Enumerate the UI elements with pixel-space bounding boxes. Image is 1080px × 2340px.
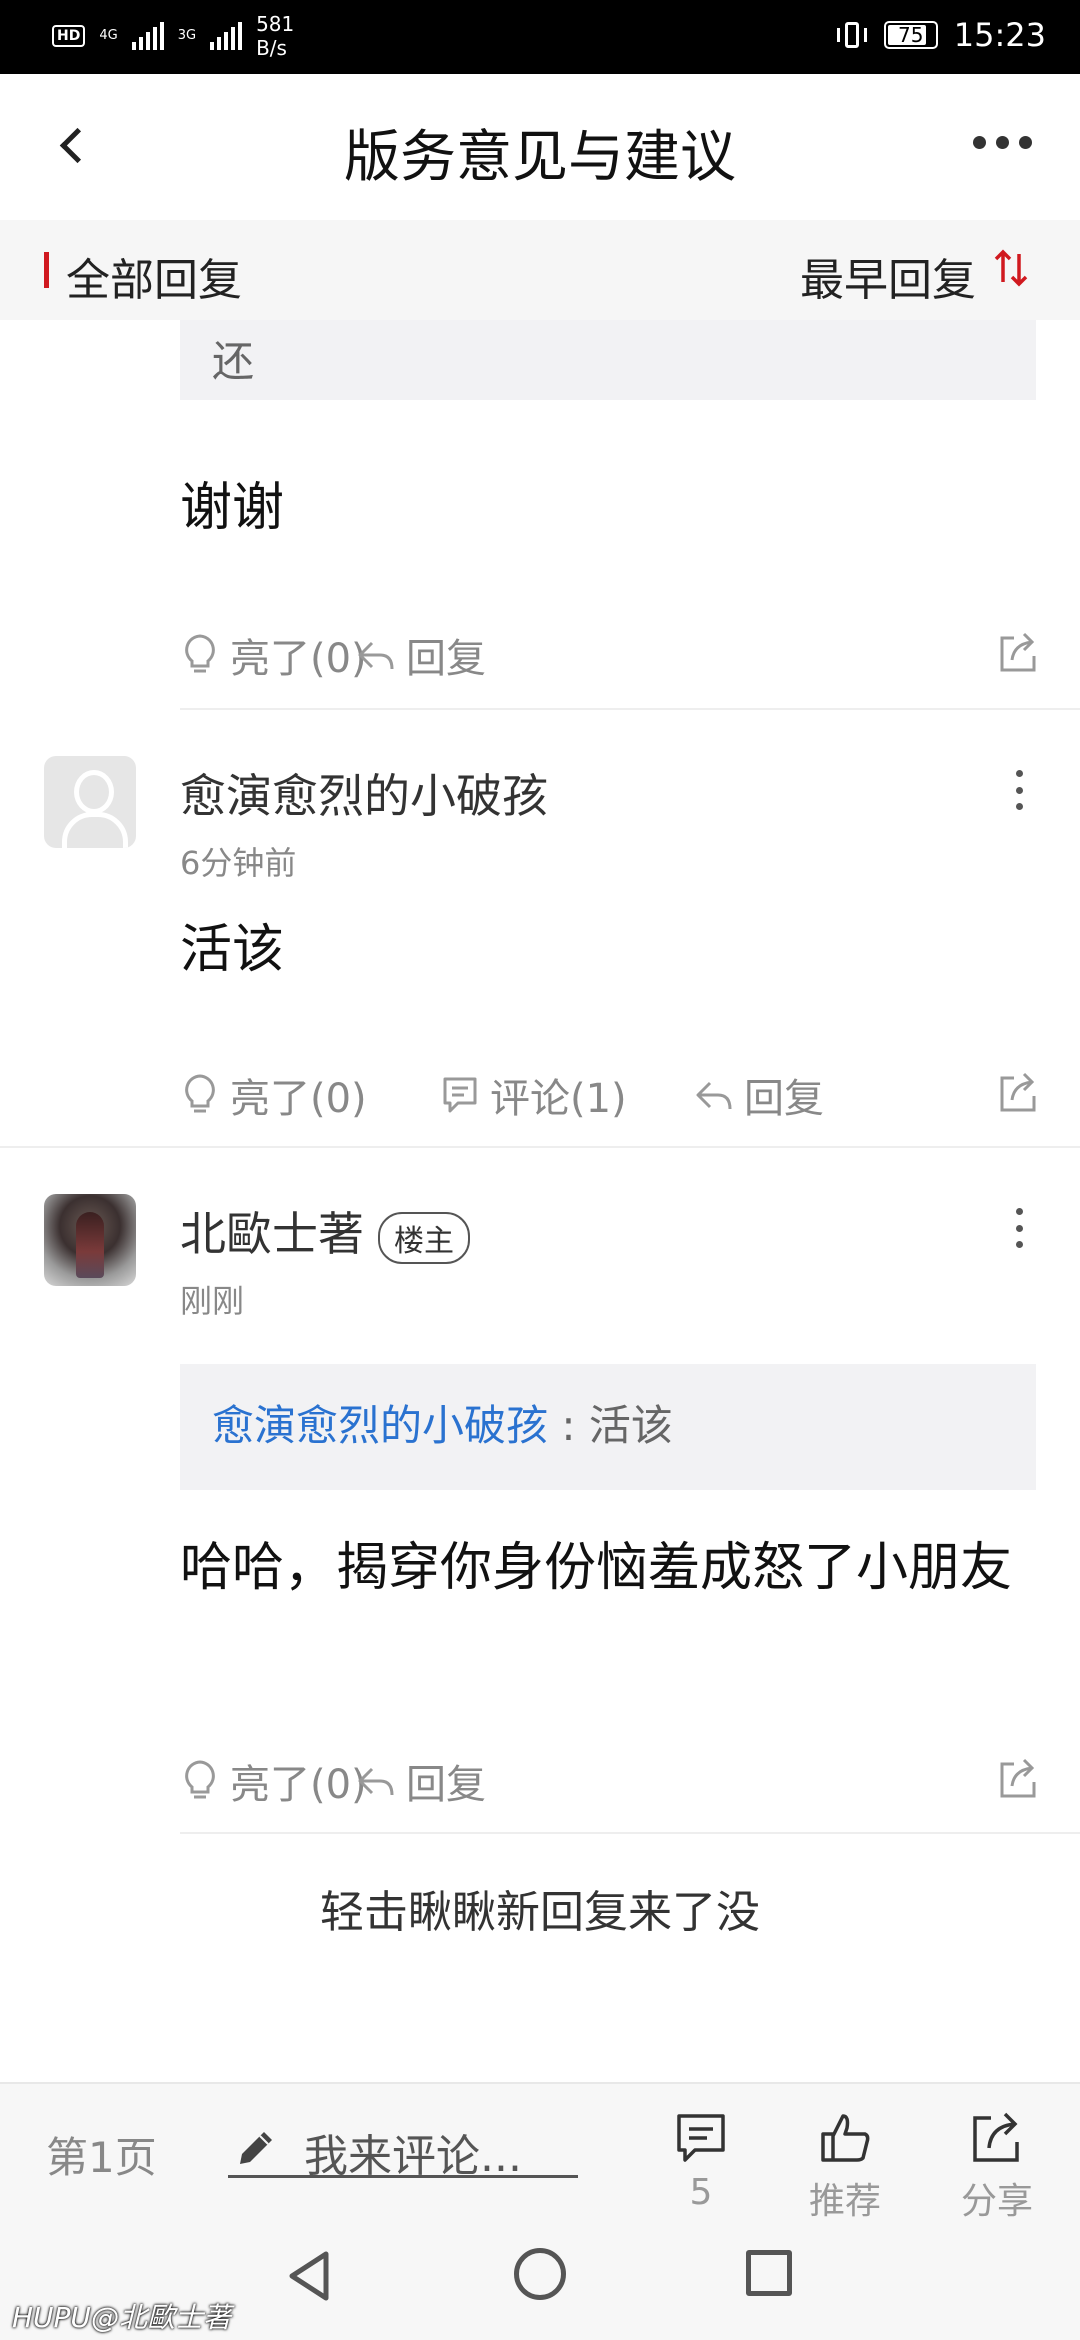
- share-label: 分享: [960, 2181, 1033, 2222]
- divider: [180, 1832, 1080, 1834]
- reply-filter-bar: 全部回复 最早回复: [0, 220, 1080, 320]
- tab-all-replies[interactable]: 全部回复: [66, 244, 242, 308]
- status-bar: HD 4G 3G 581 B/s 75 15:23: [0, 0, 1080, 74]
- avatar[interactable]: [44, 1194, 136, 1286]
- username[interactable]: 北歐士著: [180, 1207, 364, 1261]
- op-badge: 楼主: [378, 1211, 470, 1264]
- comment-button[interactable]: 评论(1): [440, 1066, 627, 1124]
- comment-count: 评论(1): [490, 1076, 627, 1122]
- reply-label: 回复: [744, 1076, 824, 1122]
- reply-icon: [358, 641, 394, 670]
- reply-icon: [358, 1767, 394, 1796]
- comment-placeholder: 我来评论...: [304, 2131, 522, 2182]
- light-button[interactable]: 亮了(0): [180, 1752, 367, 1810]
- lightbulb-icon: [185, 1074, 215, 1113]
- share-icon[interactable]: [996, 630, 1040, 674]
- light-button[interactable]: 亮了(0): [180, 626, 367, 684]
- reply-menu-button[interactable]: [1014, 1208, 1024, 1248]
- reply-body: 谢谢: [180, 478, 285, 538]
- comments-count: 5: [689, 2172, 713, 2213]
- reply-label: 回复: [406, 1762, 486, 1808]
- network-type-1: 4G: [99, 28, 118, 43]
- username-row: 北歐士著 楼主: [180, 1198, 470, 1264]
- hd-indicator: HD: [52, 25, 86, 47]
- battery-icon: 75: [883, 21, 938, 49]
- reply-button[interactable]: 回复: [356, 626, 486, 684]
- bottom-toolbar: 第1页 我来评论... 5 推荐 分享: [0, 2082, 1080, 2222]
- watermark: HUPU@北歐士著: [12, 2296, 231, 2336]
- reply-button[interactable]: 回复: [356, 1752, 486, 1810]
- reply-time: 刚刚: [180, 1282, 245, 1320]
- load-new-replies-button[interactable]: 轻击瞅瞅新回复来了没: [0, 1876, 1080, 1940]
- quoted-reply[interactable]: 愈演愈烈的小破孩 : 活该: [180, 1364, 1036, 1490]
- username[interactable]: 愈演愈烈的小破孩: [180, 760, 548, 826]
- nav-recents-icon[interactable]: [746, 2250, 792, 2296]
- signal-icon: [131, 22, 164, 50]
- page-indicator[interactable]: 第1页: [46, 2124, 157, 2185]
- comment-input[interactable]: 我来评论...: [228, 2120, 578, 2182]
- quote-text: : 活该: [548, 1401, 673, 1450]
- divider: [0, 1146, 1080, 1148]
- reply-time: 6分钟前: [180, 844, 297, 882]
- clock: 15:23: [953, 16, 1046, 54]
- sort-earliest-button[interactable]: 最早回复: [800, 244, 976, 308]
- share-button[interactable]: 分享: [942, 2108, 1052, 2224]
- reply-body: 哈哈，揭穿你身份恼羞成怒了小朋友: [180, 1538, 1013, 1598]
- reply-body: 活该: [180, 920, 285, 980]
- app-header: 版务意见与建议: [0, 74, 1080, 220]
- speed-value: 581: [256, 12, 295, 36]
- comment-icon: [677, 2114, 725, 2162]
- network-type-2: 3G: [177, 28, 197, 43]
- speed-unit: B/s: [256, 36, 287, 60]
- divider: [180, 708, 1080, 710]
- watermark-user: @北歐士著: [90, 2301, 231, 2334]
- watermark-brand: HUPU: [12, 2301, 91, 2334]
- share-icon: [973, 2112, 1019, 2162]
- reply-actions: 亮了(0) 评论(1) 回复: [180, 1066, 1040, 1126]
- light-button[interactable]: 亮了(0): [180, 1066, 367, 1124]
- recommend-label: 推荐: [808, 2181, 881, 2222]
- reply-menu-button[interactable]: [1014, 770, 1024, 810]
- quoted-username[interactable]: 愈演愈烈的小破孩: [212, 1401, 548, 1450]
- thumbs-up-icon: [821, 2114, 870, 2162]
- sort-toggle-icon[interactable]: [994, 248, 1028, 288]
- reply-icon: [696, 1081, 732, 1110]
- lightbulb-icon: [185, 634, 215, 673]
- signal-icon-2: [210, 22, 243, 50]
- avatar[interactable]: [44, 756, 136, 848]
- vibrate-icon: [836, 20, 868, 50]
- battery-level: 75: [898, 23, 924, 47]
- light-count: 亮了(0): [230, 636, 367, 682]
- page-title: 版务意见与建议: [344, 125, 736, 190]
- network-speed: 581 B/s: [256, 12, 294, 60]
- share-icon[interactable]: [996, 1070, 1040, 1114]
- reply-button[interactable]: 回复: [694, 1066, 824, 1124]
- lightbulb-icon: [185, 1760, 215, 1799]
- nav-back-icon[interactable]: [282, 2248, 338, 2304]
- reply-actions: 亮了(0) 回复: [180, 626, 1040, 686]
- reply-actions: 亮了(0) 回复: [180, 1752, 1040, 1812]
- light-count: 亮了(0): [230, 1076, 367, 1122]
- reply-label: 回复: [406, 636, 486, 682]
- comments-button[interactable]: 5: [646, 2108, 756, 2213]
- comment-icon: [443, 1077, 477, 1113]
- recommend-button[interactable]: 推荐: [790, 2108, 900, 2224]
- nav-home-icon[interactable]: [514, 2248, 566, 2300]
- active-tab-marker: [44, 252, 49, 288]
- pencil-icon: [240, 2132, 272, 2164]
- share-icon[interactable]: [996, 1756, 1040, 1800]
- light-count: 亮了(0): [230, 1762, 367, 1808]
- more-options-button[interactable]: [973, 136, 1032, 149]
- quote-text: 还: [212, 337, 255, 386]
